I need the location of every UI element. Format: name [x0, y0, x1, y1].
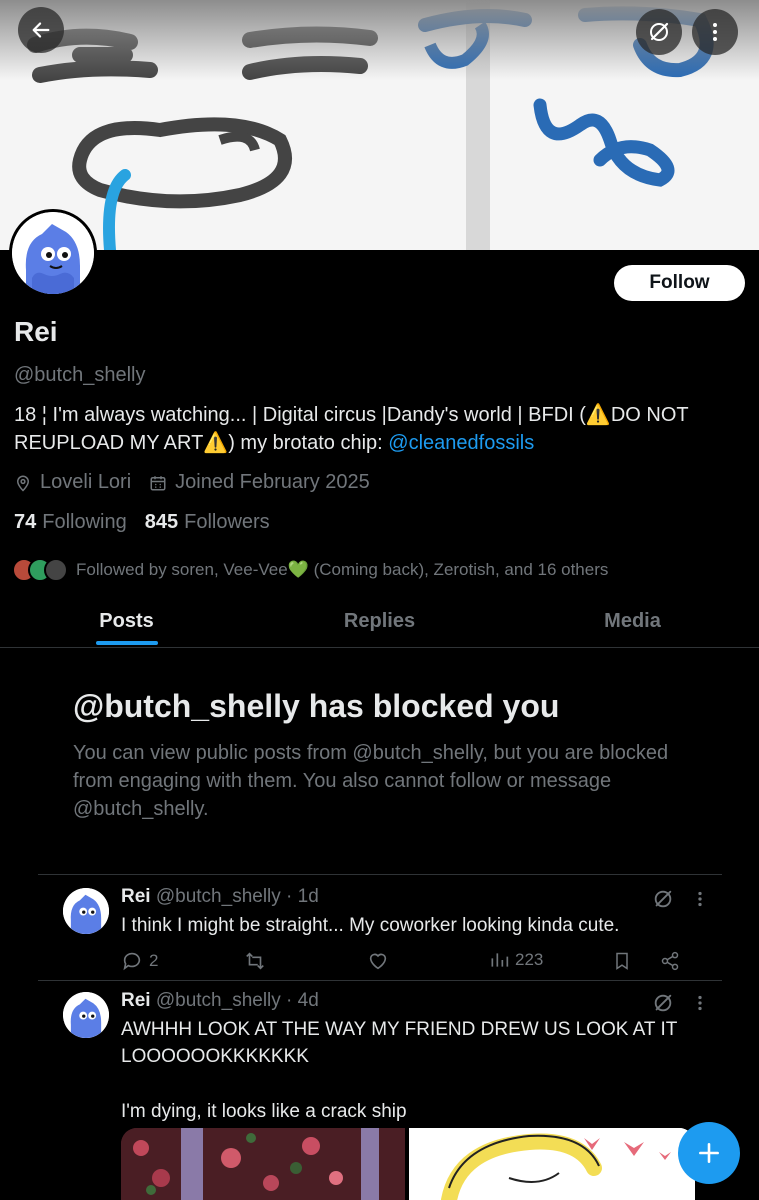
share-button[interactable] — [660, 950, 680, 972]
tab-replies[interactable]: Replies — [253, 596, 506, 647]
profile-meta: Loveli Lori Joined February 2025 — [14, 471, 388, 494]
bookmark-icon — [616, 952, 628, 970]
post-actions: 2 223 — [121, 950, 701, 974]
blocked-title: @butch_shelly has blocked you — [73, 688, 560, 724]
slash-circle-icon[interactable] — [652, 888, 674, 910]
repost-icon — [246, 952, 264, 970]
post-meta: @butch_shelly · 4d — [155, 990, 319, 1011]
profile-bio: 18 ¦ I'm always watching... | Digital ci… — [14, 401, 744, 457]
calendar-icon — [150, 475, 166, 490]
post-text-line: AWHHH LOOK AT THE WAY MY FRIEND DREW US … — [121, 1019, 678, 1067]
following-link[interactable]: 74 Following — [14, 511, 127, 534]
reply-count: 2 — [149, 951, 159, 970]
views-chart-icon — [491, 953, 509, 967]
slash-circle-icon — [650, 22, 669, 41]
reply-button[interactable]: 2 — [121, 950, 158, 972]
grok-button[interactable] — [636, 9, 682, 55]
post-item[interactable]: Rei @butch_shelly · 1d I think I might b… — [38, 876, 722, 980]
post-avatar[interactable] — [63, 888, 109, 934]
joined-text: Joined February 2025 — [175, 471, 370, 493]
post-meta: @butch_shelly · 1d — [155, 886, 319, 907]
arrow-left-icon — [32, 22, 50, 38]
bio-text: 18 ¦ I'm always watching... | Digital ci… — [14, 404, 689, 454]
profile-tabs: Posts Replies Media — [0, 596, 759, 648]
more-options-button[interactable] — [692, 9, 738, 55]
like-button[interactable] — [367, 950, 389, 972]
post-text: AWHHH LOOK AT THE WAY MY FRIEND DREW US … — [121, 1016, 701, 1125]
back-button[interactable] — [18, 7, 64, 53]
share-icon — [661, 951, 679, 971]
following-label: Following — [42, 511, 127, 533]
post-text-line: I'm dying, it looks like a crack ship — [121, 1101, 407, 1122]
tab-posts[interactable]: Posts — [0, 596, 253, 647]
avatar-image — [63, 992, 109, 1038]
tab-media[interactable]: Media — [506, 596, 759, 647]
more-vertical-icon — [713, 23, 717, 41]
location-item: Loveli Lori — [14, 471, 131, 494]
more-vertical-icon[interactable] — [693, 992, 707, 1014]
avatar-image — [63, 888, 109, 934]
post-header: Rei @butch_shelly · 1d — [121, 886, 319, 908]
followers-count: 845 — [144, 511, 179, 533]
following-count: 74 — [14, 511, 37, 533]
display-name: Rei — [14, 316, 58, 347]
heart-icon — [369, 953, 387, 970]
slash-circle-icon[interactable] — [652, 992, 674, 1014]
views-count: 223 — [515, 950, 544, 969]
views-button[interactable]: 223 — [489, 950, 543, 970]
blocked-message: You can view public posts from @butch_sh… — [73, 742, 669, 820]
profile-handle: @butch_shelly — [14, 364, 146, 386]
drawing-image — [409, 1128, 695, 1200]
compose-button[interactable] — [678, 1122, 740, 1184]
post-author-name[interactable]: Rei — [121, 990, 151, 1011]
follow-counts: 74 Following 845 Followers — [14, 511, 288, 534]
follower-avatar — [44, 558, 68, 582]
bio-mention-link[interactable]: @cleanedfossils — [388, 432, 534, 454]
more-vertical-icon[interactable] — [693, 888, 707, 910]
post-media[interactable] — [121, 1128, 695, 1200]
divider — [38, 874, 722, 875]
followed-by-text: Followed by soren, Vee-Vee💚 (Coming back… — [76, 560, 609, 579]
joined-item: Joined February 2025 — [149, 471, 370, 494]
followers-link[interactable]: 845 Followers — [145, 511, 270, 534]
avatar-image — [12, 212, 94, 294]
follow-button[interactable]: Follow — [614, 265, 745, 301]
location-pin-icon — [16, 475, 30, 492]
followers-label: Followers — [184, 511, 270, 533]
plus-icon — [699, 1143, 719, 1163]
bookmark-button[interactable] — [612, 950, 632, 972]
flower-photo — [121, 1128, 405, 1200]
post-text: I think I might be straight... My cowork… — [121, 915, 620, 936]
post-avatar[interactable] — [63, 992, 109, 1038]
profile-avatar[interactable] — [9, 209, 97, 297]
repost-button[interactable] — [244, 950, 266, 972]
location-text: Loveli Lori — [40, 471, 132, 493]
post-header: Rei @butch_shelly · 4d — [121, 990, 319, 1012]
followed-by-row[interactable]: Followed by soren, Vee-Vee💚 (Coming back… — [12, 558, 608, 582]
media-image[interactable] — [121, 1128, 405, 1200]
media-image[interactable] — [409, 1128, 695, 1200]
reply-icon — [123, 952, 141, 971]
post-author-name[interactable]: Rei — [121, 886, 151, 907]
